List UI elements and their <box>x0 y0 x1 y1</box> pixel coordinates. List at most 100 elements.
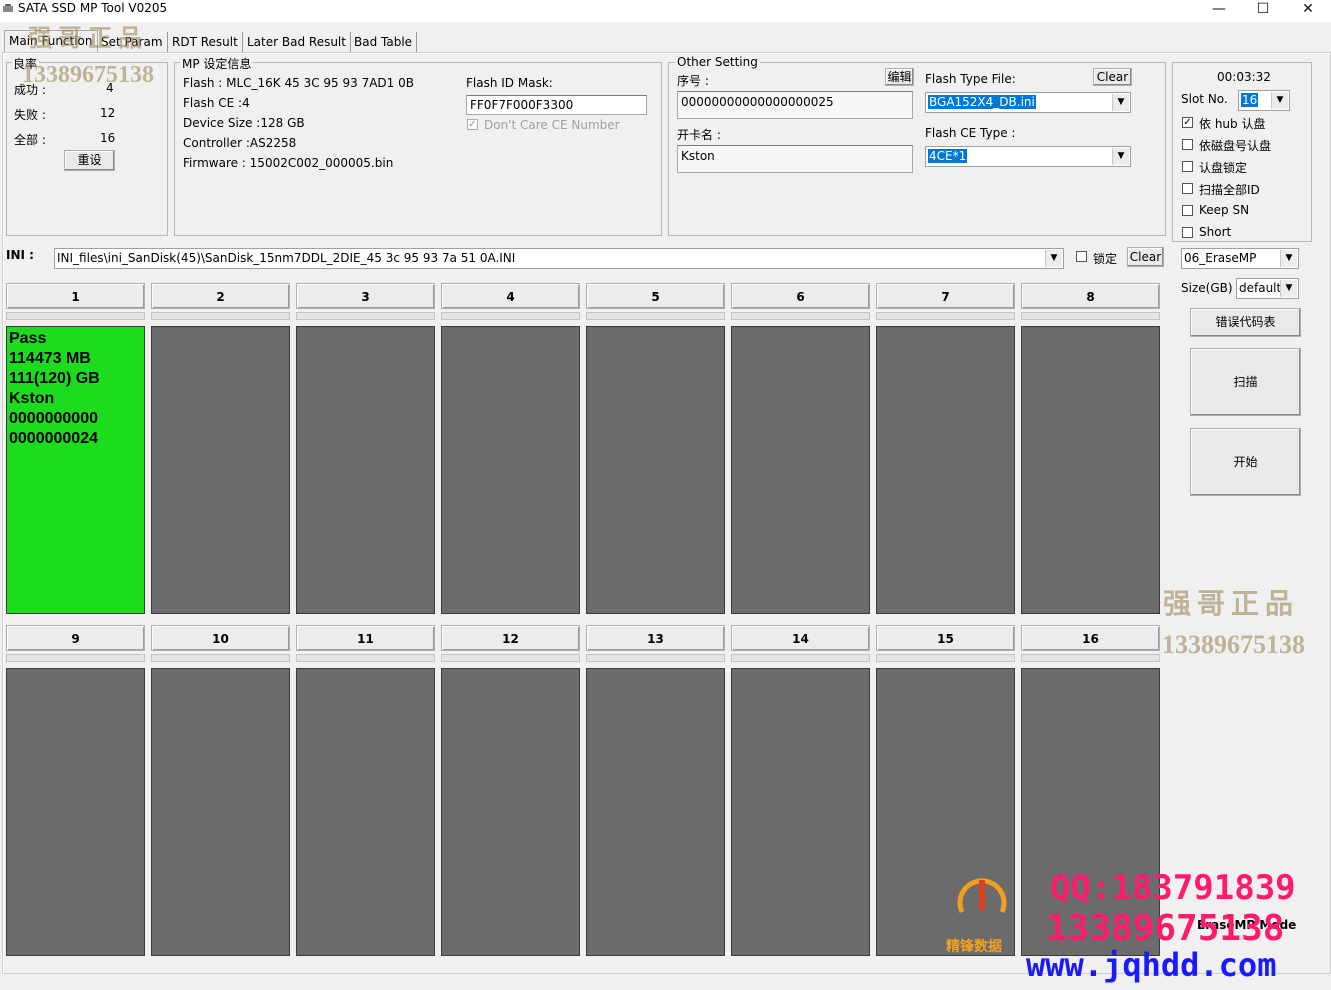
option-checkbox[interactable] <box>1182 227 1193 238</box>
maximize-button[interactable]: ☐ <box>1240 0 1286 20</box>
slot-progress <box>1021 654 1160 662</box>
flash-type-clear-button[interactable]: Clear <box>1093 68 1132 86</box>
slot-header[interactable]: 12 <box>441 625 580 651</box>
slot-no-select[interactable]: 16 ▼ <box>1238 90 1290 111</box>
app-icon <box>3 4 13 12</box>
slot-status-panel <box>296 326 435 614</box>
option-checkbox[interactable]: ✓ <box>1182 117 1193 128</box>
chevron-down-icon: ▼ <box>1271 92 1288 109</box>
error-code-table-button[interactable]: 错误代码表 <box>1190 308 1301 337</box>
option-checkbox[interactable] <box>1182 139 1193 150</box>
slot-header[interactable]: 10 <box>151 625 290 651</box>
slot-header[interactable]: 13 <box>586 625 725 651</box>
tab-rdt-result[interactable]: RDT Result <box>168 32 243 52</box>
slot-status-panel: Pass 114473 MB 111(120) GB Kston 0000000000 0… <box>6 326 145 614</box>
flash-ce-type-value: 4CE*1 <box>928 149 968 163</box>
slot-header[interactable]: 16 <box>1021 625 1160 651</box>
slot-progress <box>441 654 580 662</box>
mode-select[interactable]: 06_EraseMP ▼ <box>1181 248 1299 269</box>
ini-value: INI_files\ini_SanDisk(45)\SanDisk_15nm7D… <box>57 251 516 265</box>
start-button[interactable]: 开始 <box>1190 428 1301 496</box>
minimize-button[interactable]: — <box>1196 0 1242 20</box>
other-legend: Other Setting <box>675 55 760 69</box>
slot-header[interactable]: 2 <box>151 283 290 309</box>
tab-later-bad-result[interactable]: Later Bad Result <box>243 32 351 52</box>
logo-icon <box>957 878 1007 914</box>
slot-progress <box>6 654 145 662</box>
flash-ce-type-label: Flash CE Type : <box>925 126 1016 140</box>
slot-header[interactable]: 4 <box>441 283 580 309</box>
watermark-brand-right: 强哥正品 <box>1163 589 1300 620</box>
chevron-down-icon: ▼ <box>1112 94 1129 111</box>
serial-input[interactable]: 00000000000000000025 <box>677 91 913 119</box>
slot-progress <box>151 312 290 320</box>
serial-label: 序号 : <box>677 74 709 88</box>
watermark-phone-right: 13389675138 <box>1162 630 1305 659</box>
dont-care-checkbox[interactable]: ✓ <box>467 119 478 130</box>
slot-header[interactable]: 6 <box>731 283 870 309</box>
tab-bad-table[interactable]: Bad Table <box>350 32 418 52</box>
logo-text: 精锋数据 <box>946 939 1002 955</box>
slot-header[interactable]: 14 <box>731 625 870 651</box>
option-label: 认盘锁定 <box>1199 161 1248 175</box>
flash-id-mask-label: Flash ID Mask: <box>466 76 553 90</box>
slot-no-label: Slot No. <box>1181 92 1228 106</box>
slot-info-line: 0000000024 <box>9 430 98 447</box>
option-checkbox[interactable] <box>1182 205 1193 216</box>
slot-info-line: Pass <box>9 330 47 347</box>
flash-ce-type-select[interactable]: 4CE*1 ▼ <box>925 146 1131 167</box>
lock-label: 锁定 <box>1093 252 1118 266</box>
reset-button[interactable]: 重设 <box>64 150 115 171</box>
lock-checkbox[interactable] <box>1076 251 1087 262</box>
size-label: Size(GB) <box>1181 281 1233 295</box>
slot-status-panel <box>441 668 580 956</box>
slot-header[interactable]: 1 <box>6 283 145 309</box>
title-bar <box>0 0 1331 22</box>
mp-legend: MP 设定信息 <box>180 55 254 72</box>
controller-info: Controller :AS2258 <box>183 136 297 150</box>
slot-no-value: 16 <box>1241 93 1259 107</box>
slot-progress <box>1021 312 1160 320</box>
dont-care-label: Don't Care CE Number <box>484 118 620 132</box>
ini-select[interactable]: INI_files\ini_SanDisk(45)\SanDisk_15nm7D… <box>54 248 1064 269</box>
slot-status-panel <box>151 668 290 956</box>
slot-header[interactable]: 15 <box>876 625 1015 651</box>
chevron-down-icon: ▼ <box>1112 148 1129 165</box>
flash-type-file-select[interactable]: BGA152X4_DB.ini ▼ <box>925 92 1131 113</box>
ad-qq: QQ:183791839 <box>1050 868 1296 908</box>
card-name-input[interactable]: Kston <box>677 145 913 173</box>
window-title: SATA SSD MP Tool V0205 <box>18 1 168 15</box>
timer: 00:03:32 <box>1217 70 1271 84</box>
ini-label: INI : <box>6 248 34 262</box>
slot-header[interactable]: 9 <box>6 625 145 651</box>
flash-type-file-label: Flash Type File: <box>925 72 1016 86</box>
option-label: 扫描全部ID <box>1199 183 1260 197</box>
scan-button[interactable]: 扫描 <box>1190 348 1301 416</box>
size-select[interactable]: default ▼ <box>1236 278 1299 299</box>
slot-progress <box>6 312 145 320</box>
close-button[interactable]: ✕ <box>1285 0 1331 20</box>
option-checkbox[interactable] <box>1182 183 1193 194</box>
slot-header[interactable]: 11 <box>296 625 435 651</box>
option-label: 依磁盘号认盘 <box>1199 139 1272 153</box>
slot-header[interactable]: 7 <box>876 283 1015 309</box>
card-name-label: 开卡名 : <box>677 128 721 142</box>
flash-id-mask-input[interactable]: FF0F7F000F3300 <box>466 95 647 115</box>
option-checkbox[interactable] <box>1182 161 1193 172</box>
slot-status-panel <box>1021 326 1160 614</box>
ad-url: www.jqhdd.com <box>1026 946 1277 984</box>
chevron-down-icon: ▼ <box>1045 250 1062 267</box>
slot-progress <box>586 312 725 320</box>
edit-button[interactable]: 编辑 <box>885 68 914 86</box>
slot-header[interactable]: 5 <box>586 283 725 309</box>
fail-label: 失败 : <box>14 108 46 122</box>
mode-value: 06_EraseMP <box>1184 251 1257 265</box>
slot-status-panel <box>586 326 725 614</box>
device-size-info: Device Size :128 GB <box>183 116 305 130</box>
slot-progress <box>876 654 1015 662</box>
slot-status-panel <box>731 326 870 614</box>
slot-info-line: 114473 MB <box>9 350 91 367</box>
slot-header[interactable]: 3 <box>296 283 435 309</box>
slot-header[interactable]: 8 <box>1021 283 1160 309</box>
ini-clear-button[interactable]: Clear <box>1127 247 1164 267</box>
